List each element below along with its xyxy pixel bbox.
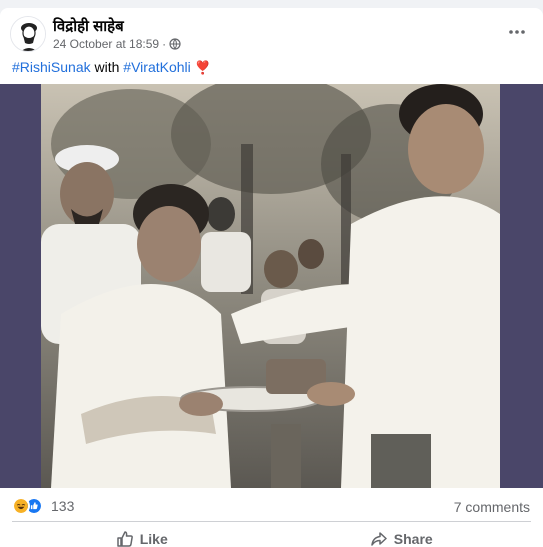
share-arrow-icon — [371, 532, 387, 546]
more-horizontal-icon — [509, 30, 525, 34]
globe-icon — [169, 38, 181, 50]
post-actions: Like Share — [12, 522, 531, 547]
post-header: विद्रोही साहेब 24 October at 18:59 · — [0, 8, 543, 56]
post-media[interactable] — [0, 84, 543, 488]
haha-reaction-icon — [12, 497, 30, 515]
author-name[interactable]: विद्रोही साहेब — [53, 16, 124, 36]
post-stats: 133 7 comments — [0, 488, 543, 522]
share-label: Share — [393, 531, 433, 547]
like-button[interactable]: Like — [12, 524, 272, 547]
meta-separator: · — [162, 37, 167, 51]
reactions-summary[interactable]: 133 — [12, 497, 74, 515]
like-label: Like — [139, 531, 168, 547]
share-button[interactable]: Share — [272, 524, 532, 547]
more-options-button[interactable] — [505, 22, 529, 42]
thumbs-up-icon — [116, 531, 133, 547]
photo-image — [41, 84, 500, 488]
author-avatar[interactable] — [10, 16, 46, 52]
comments-count[interactable]: 7 comments — [454, 499, 530, 515]
post-card: विद्रोही साहेब 24 October at 18:59 · #Ri… — [0, 8, 543, 547]
reaction-count: 133 — [51, 498, 75, 514]
avatar-portrait-icon — [11, 17, 45, 51]
hashtag-rishisunak[interactable]: #RishiSunak — [12, 59, 91, 75]
heart-emoji: ❣️ — [194, 60, 211, 75]
post-meta: 24 October at 18:59 · — [53, 37, 181, 51]
hashtag-viratkohli[interactable]: #ViratKohli — [123, 59, 190, 75]
post-caption: #RishiSunak with #ViratKohli ❣️ — [12, 59, 211, 76]
caption-connector: with — [90, 59, 124, 75]
post-timestamp[interactable]: 24 October at 18:59 — [53, 37, 159, 51]
